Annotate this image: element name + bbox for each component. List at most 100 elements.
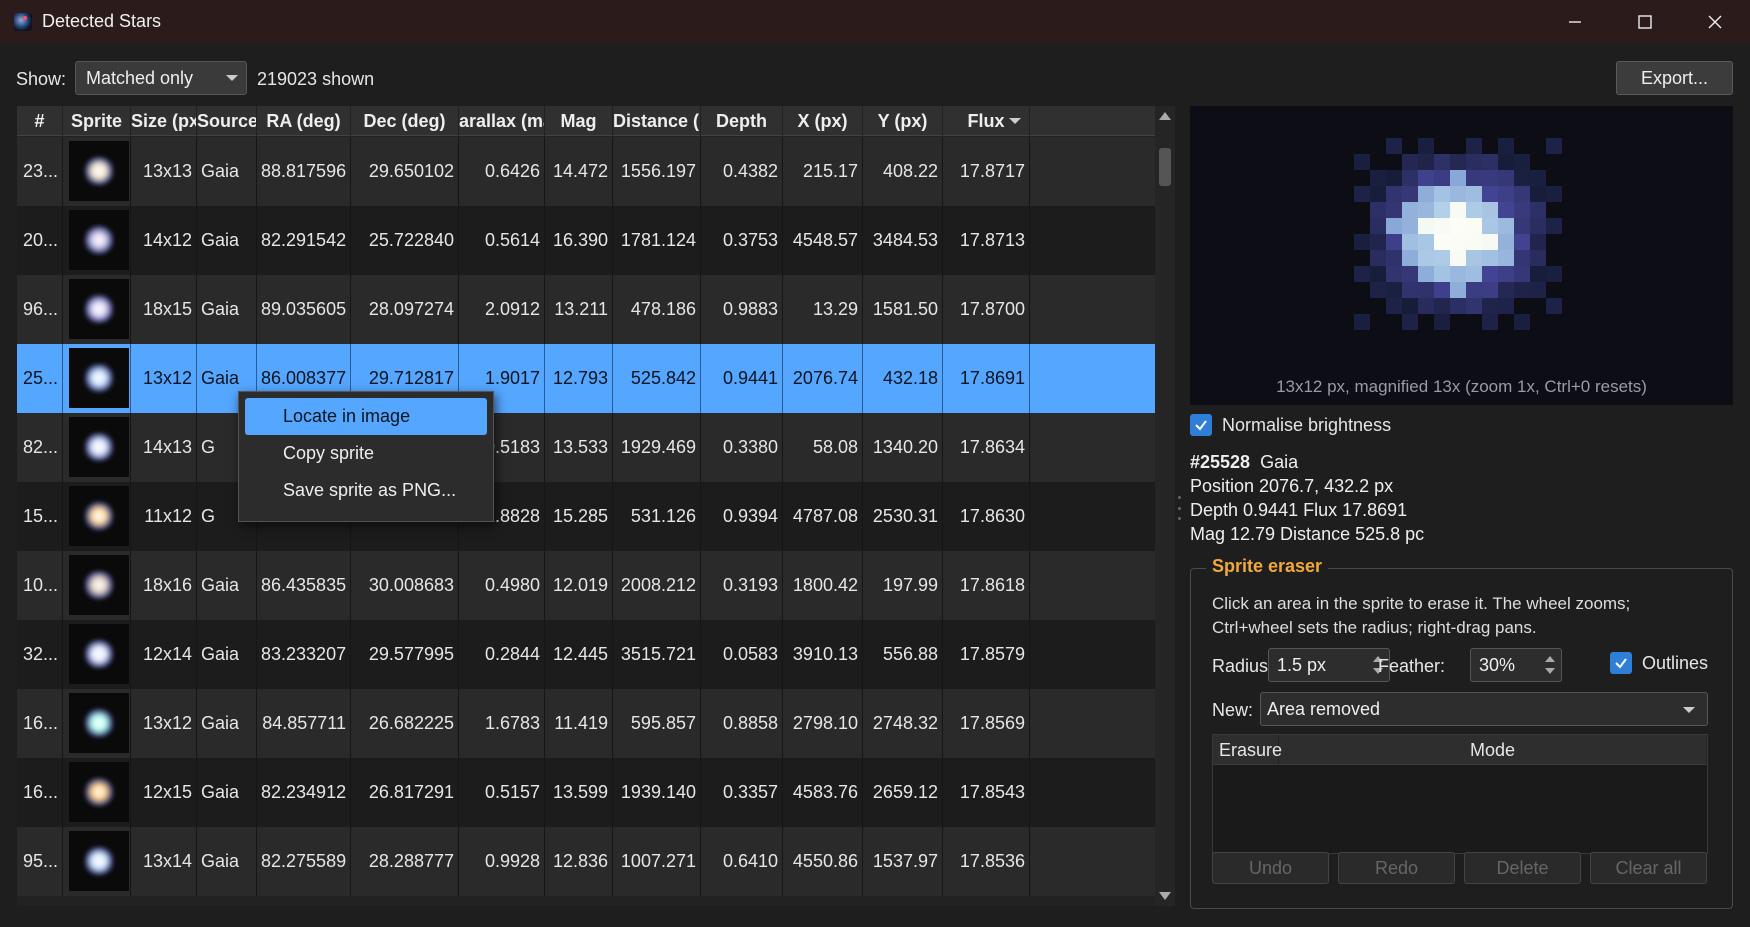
cell-ra: 88.817596 [257, 137, 351, 206]
spin-up-icon[interactable] [1545, 656, 1555, 662]
cell-dec: 29.650102 [351, 137, 459, 206]
table-scrollbar[interactable] [1155, 106, 1175, 906]
clear-all-button[interactable]: Clear all [1590, 852, 1707, 884]
column-header[interactable]: # [17, 106, 63, 136]
column-header[interactable]: Sprite [63, 106, 131, 136]
cell-y: 3484.53 [863, 206, 943, 275]
show-filter-select[interactable]: Matched only [75, 61, 247, 95]
cell-depth: 0.3357 [701, 758, 783, 827]
table-row[interactable]: 32... 12x14 Gaia 83.233207 29.577995 0.2844 12… [17, 620, 1174, 689]
normalise-brightness-toggle[interactable]: Normalise brightness [1190, 414, 1391, 436]
context-menu-item[interactable]: Locate in image [245, 398, 487, 435]
table-row[interactable]: 82...14x13G420.518313.5331929.4690.33805… [17, 413, 1174, 482]
sprite-preview[interactable]: 13x12 px, magnified 13x (zoom 1x, Ctrl+0… [1190, 106, 1733, 405]
table-row[interactable]: 95... 13x14 Gaia 82.275589 28.288777 0.9928 12… [17, 827, 1174, 896]
column-header[interactable]: X (px) [783, 106, 863, 136]
feather-spinbox[interactable]: 30% [1470, 648, 1562, 682]
column-header[interactable]: Size (px) [131, 106, 197, 136]
cell-flux: 17.8579 [943, 620, 1030, 689]
close-button[interactable] [1680, 0, 1750, 43]
radius-spinbox[interactable]: 1.5 px [1268, 648, 1390, 682]
cell-id: 95... [17, 827, 63, 896]
cell-mag: 15.285 [545, 482, 613, 551]
cell-x: 4583.76 [783, 758, 863, 827]
new-erasure-mode-select[interactable]: Area removed [1260, 692, 1708, 726]
column-header[interactable]: Flux [943, 106, 1030, 136]
scrollbar-thumb[interactable] [1159, 148, 1171, 186]
eraser-buttons: Undo Redo Delete Clear all [1212, 852, 1707, 884]
outlines-label: Outlines [1642, 652, 1709, 673]
sprite-thumbnail [63, 206, 131, 275]
column-header[interactable]: arallax (ma [459, 106, 545, 136]
table-row[interactable]: 16... 13x12 Gaia 84.857711 26.682225 1.6783 11… [17, 689, 1174, 758]
cell-y: 2748.32 [863, 689, 943, 758]
cell-y: 1340.20 [863, 413, 943, 482]
cell-distance: 1929.469 [613, 413, 701, 482]
cell-ra: 84.857711 [257, 689, 351, 758]
cell-id: 15... [17, 482, 63, 551]
cell-dec: 28.097274 [351, 275, 459, 344]
cell-depth: 0.6410 [701, 827, 783, 896]
export-button[interactable]: Export... [1616, 61, 1733, 95]
cell-mag: 13.211 [545, 275, 613, 344]
magnified-sprite [1354, 138, 1562, 330]
cell-size: 11x12 [131, 482, 197, 551]
cell-distance: 1556.197 [613, 137, 701, 206]
feather-value: 30% [1479, 655, 1516, 675]
column-header[interactable]: RA (deg) [257, 106, 351, 136]
context-menu-item[interactable]: Save sprite as PNG... [245, 472, 487, 509]
table-header: #SpriteSize (px)SourceRA (deg)Dec (deg)a… [17, 106, 1174, 136]
cell-dec: 29.577995 [351, 620, 459, 689]
cell-distance: 478.186 [613, 275, 701, 344]
cell-distance: 1939.140 [613, 758, 701, 827]
table-row[interactable]: 96... 18x15 Gaia 89.035605 28.097274 2.0912 13… [17, 275, 1174, 344]
erasure-column-header[interactable]: Erasure [1213, 735, 1282, 764]
scroll-up-icon[interactable] [1159, 112, 1171, 120]
context-menu-item[interactable]: Copy sprite [245, 435, 487, 472]
cell-mag: 12.836 [545, 827, 613, 896]
cell-y: 2530.31 [863, 482, 943, 551]
cell-source: Gaia [197, 206, 257, 275]
spin-down-icon[interactable] [1545, 668, 1555, 674]
window-controls [1540, 0, 1750, 43]
column-header[interactable]: Source [197, 106, 257, 136]
cell-id: 32... [17, 620, 63, 689]
redo-button[interactable]: Redo [1338, 852, 1455, 884]
column-header[interactable]: Mag [545, 106, 613, 136]
table-row[interactable]: 20... 14x12 Gaia 82.291542 25.722840 0.5614 16… [17, 206, 1174, 275]
cell-distance: 595.857 [613, 689, 701, 758]
cell-y: 408.22 [863, 137, 943, 206]
cell-id: 16... [17, 758, 63, 827]
cell-flux: 17.8713 [943, 206, 1030, 275]
table-row[interactable]: 23... 13x13 Gaia 88.817596 29.650102 0.6426 14… [17, 137, 1174, 206]
cell-x: 2798.10 [783, 689, 863, 758]
cell-x: 58.08 [783, 413, 863, 482]
undo-button[interactable]: Undo [1212, 852, 1329, 884]
checkbox-checked-icon[interactable] [1190, 414, 1212, 436]
column-header[interactable]: Distance (pc [613, 106, 701, 136]
chevron-down-icon [226, 75, 238, 81]
cell-mag: 12.019 [545, 551, 613, 620]
maximize-button[interactable] [1610, 0, 1680, 43]
cell-dec: 25.722840 [351, 206, 459, 275]
erasure-table[interactable]: Erasure Mode [1212, 734, 1708, 854]
splitter-handle[interactable] [1178, 496, 1182, 520]
column-header[interactable]: Y (px) [863, 106, 943, 136]
outlines-toggle[interactable]: Outlines [1610, 652, 1708, 674]
cell-distance: 531.126 [613, 482, 701, 551]
cell-size: 13x12 [131, 344, 197, 413]
table-row[interactable]: 16... 12x15 Gaia 82.234912 26.817291 0.5157 13… [17, 758, 1174, 827]
column-header[interactable]: Dec (deg) [351, 106, 459, 136]
star-info: #25528 Gaia Position 2076.7, 432.2 px De… [1190, 450, 1424, 546]
minimize-button[interactable] [1540, 0, 1610, 43]
checkbox-checked-icon[interactable] [1610, 652, 1632, 674]
table-row[interactable]: 10... 18x16 Gaia 86.435835 30.008683 0.4980 12… [17, 551, 1174, 620]
stars-table: #SpriteSize (px)SourceRA (deg)Dec (deg)a… [17, 106, 1174, 906]
mode-column-header[interactable]: Mode [1279, 735, 1707, 764]
table-row[interactable]: 15...11x12G241.882815.285531.1260.939447… [17, 482, 1174, 551]
column-header[interactable]: Depth [701, 106, 783, 136]
delete-button[interactable]: Delete [1464, 852, 1581, 884]
scroll-down-icon[interactable] [1159, 892, 1171, 900]
table-row[interactable]: 25... 13x12 Gaia 86.008377 29.712817 1.9017 12… [17, 344, 1174, 413]
sprite-thumbnail [63, 620, 131, 689]
